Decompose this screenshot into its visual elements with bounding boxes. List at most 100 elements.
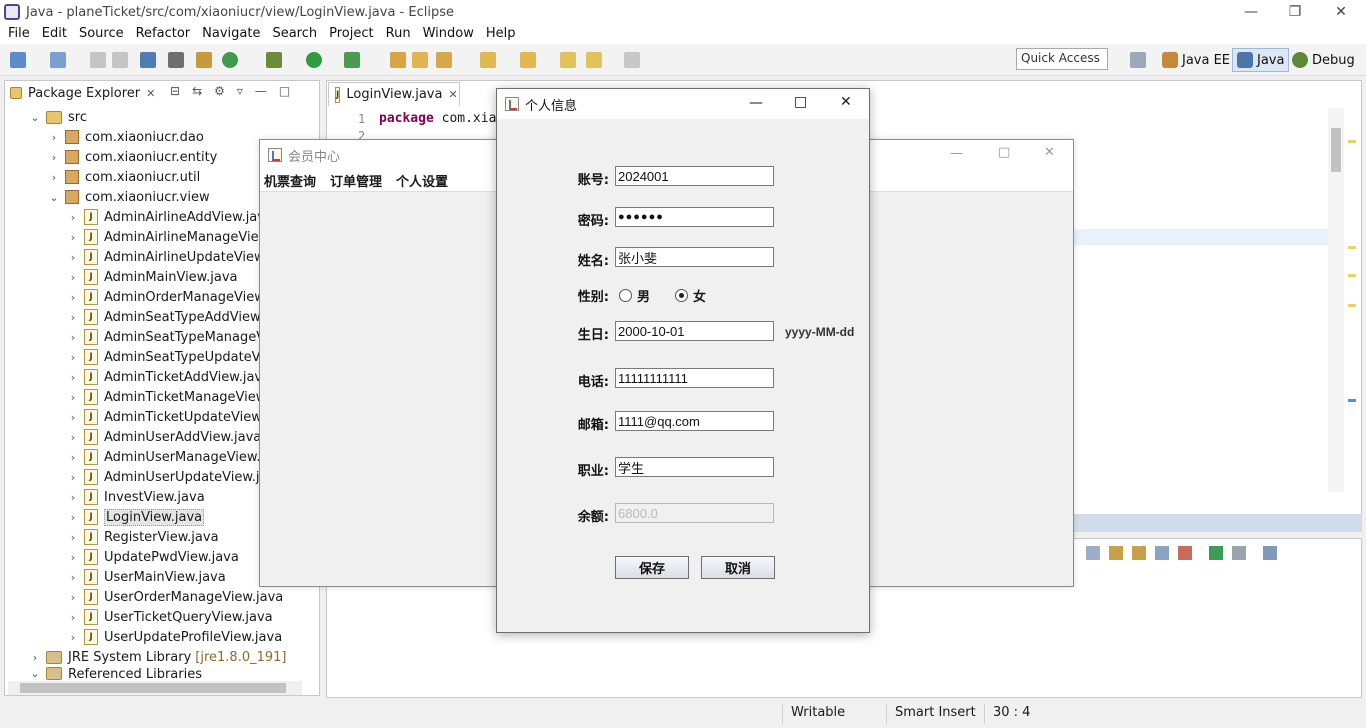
tree-item-src[interactable]: ⌄ src xyxy=(30,107,87,127)
tree-item-file[interactable]: › J UserUpdateProfileView.java xyxy=(68,627,282,647)
overview-marker[interactable] xyxy=(1348,399,1356,402)
tree-item-jre[interactable]: › JRE System Library [jre1.8.0_191] xyxy=(30,647,287,667)
code-line[interactable]: package com.xia xyxy=(379,111,496,126)
pin-console-icon[interactable] xyxy=(1209,546,1223,560)
chevron-right-icon[interactable]: › xyxy=(68,631,78,644)
skip-breakpoints-icon[interactable] xyxy=(168,52,184,68)
back-icon[interactable] xyxy=(586,52,602,68)
tree-item-file[interactable]: › J AdminSeatTypeManageVie xyxy=(68,327,276,347)
tree-item-file[interactable]: › J UpdatePwdView.java xyxy=(68,547,239,567)
chevron-right-icon[interactable]: › xyxy=(49,151,59,164)
tree-item-file[interactable]: › J AdminTicketUpdateView.ja xyxy=(68,407,276,427)
chevron-down-icon[interactable]: ⌄ xyxy=(30,111,40,124)
phone-field[interactable] xyxy=(615,368,774,388)
terminate-icon[interactable] xyxy=(1178,546,1192,560)
chevron-right-icon[interactable]: › xyxy=(68,311,78,324)
chevron-right-icon[interactable]: › xyxy=(68,491,78,504)
word-wrap-icon[interactable] xyxy=(1132,546,1146,560)
member-minimize-button[interactable]: — xyxy=(950,146,963,161)
link-editor-icon[interactable]: ⇆ xyxy=(192,84,202,98)
account-field[interactable] xyxy=(615,166,774,186)
minimize-button[interactable]: — xyxy=(1228,0,1274,24)
open-folder-icon[interactable] xyxy=(412,52,428,68)
chevron-down-icon[interactable]: ⌄ xyxy=(30,667,40,680)
chevron-right-icon[interactable]: › xyxy=(30,651,40,664)
overview-marker[interactable] xyxy=(1348,140,1356,143)
save-all-icon[interactable] xyxy=(112,52,128,68)
gender-female-radio[interactable]: 女 xyxy=(675,286,706,305)
display-console-icon[interactable] xyxy=(1232,546,1246,560)
next-annotation-icon[interactable] xyxy=(480,52,496,68)
gender-male-radio[interactable]: 男 xyxy=(619,286,650,305)
console-icon[interactable] xyxy=(140,52,156,68)
menu-ticket-query[interactable]: 机票查询 xyxy=(264,171,316,190)
tree-item-package[interactable]: › com.xiaoniucr.util xyxy=(49,167,200,187)
member-maximize-button[interactable]: □ xyxy=(998,145,1010,160)
menu-project[interactable]: Project xyxy=(323,24,379,44)
collapse-all-icon[interactable]: ⊟ xyxy=(170,84,180,98)
chevron-right-icon[interactable]: › xyxy=(68,471,78,484)
tree-item-file[interactable]: › J AdminSeatTypeUpdateView xyxy=(68,347,283,367)
open-console-icon[interactable] xyxy=(1263,546,1277,560)
open-perspective-icon[interactable] xyxy=(1130,52,1146,68)
tree-item-file[interactable]: › J RegisterView.java xyxy=(68,527,219,547)
chevron-right-icon[interactable]: › xyxy=(68,271,78,284)
chevron-right-icon[interactable]: › xyxy=(68,231,78,244)
tree-item-file[interactable]: › J AdminOrderManageView.j xyxy=(68,287,271,307)
chevron-right-icon[interactable]: › xyxy=(68,531,78,544)
cancel-button[interactable]: 取消 xyxy=(701,556,775,579)
refresh-icon[interactable] xyxy=(222,52,238,68)
minimize-view-icon[interactable]: — xyxy=(255,84,267,98)
menu-source[interactable]: Source xyxy=(73,24,130,44)
chevron-right-icon[interactable]: › xyxy=(68,291,78,304)
chevron-right-icon[interactable]: › xyxy=(68,511,78,524)
maximize-button[interactable]: ❐ xyxy=(1272,0,1318,24)
chevron-right-icon[interactable]: › xyxy=(68,391,78,404)
editor-vertical-scrollbar[interactable] xyxy=(1328,108,1344,492)
editor-tab[interactable]: J LoginView.java ✕ xyxy=(328,82,460,106)
chevron-right-icon[interactable]: › xyxy=(68,331,78,344)
menu-help[interactable]: Help xyxy=(480,24,522,44)
new-icon[interactable] xyxy=(10,52,26,68)
tree-item-file-selected[interactable]: › J LoginView.java xyxy=(68,507,205,527)
chevron-right-icon[interactable]: › xyxy=(68,551,78,564)
console-scrollbar[interactable] xyxy=(330,681,1340,693)
menu-search[interactable]: Search xyxy=(266,24,323,44)
tree-item-file[interactable]: › J AdminMainView.java xyxy=(68,267,238,287)
quick-access-input[interactable]: Quick Access xyxy=(1016,48,1108,70)
chevron-right-icon[interactable]: › xyxy=(68,611,78,624)
close-tab-icon[interactable]: ✕ xyxy=(448,88,457,101)
email-field[interactable] xyxy=(615,411,774,431)
menu-personal-settings[interactable]: 个人设置 xyxy=(396,171,448,190)
dialog-close-button[interactable]: ✕ xyxy=(840,94,852,110)
chevron-right-icon[interactable]: › xyxy=(68,411,78,424)
tree-item-file[interactable]: › J AdminUserAddView.java xyxy=(68,427,261,447)
open-task-icon[interactable] xyxy=(436,52,452,68)
menu-refactor[interactable]: Refactor xyxy=(130,24,197,44)
perspective-debug[interactable]: Debug xyxy=(1288,48,1359,72)
overview-marker[interactable] xyxy=(1348,274,1356,277)
tree-item-file[interactable]: › J AdminTicketAddView.java xyxy=(68,367,270,387)
new-package-icon[interactable] xyxy=(50,52,66,68)
menu-edit[interactable]: Edit xyxy=(36,24,73,44)
tree-item-file[interactable]: › J AdminAirlineUpdateView.ja xyxy=(68,247,279,267)
chevron-right-icon[interactable]: › xyxy=(49,131,59,144)
menu-run[interactable]: Run xyxy=(380,24,417,44)
tree-item-package[interactable]: › com.xiaoniucr.dao xyxy=(49,127,204,147)
show-on-output-icon[interactable] xyxy=(1155,546,1169,560)
radio-circle[interactable] xyxy=(619,289,632,302)
tree-item-file[interactable]: › J UserMainView.java xyxy=(68,567,226,587)
debug-icon[interactable] xyxy=(266,52,282,68)
chevron-right-icon[interactable]: › xyxy=(68,351,78,364)
horizontal-scrollbar[interactable] xyxy=(8,681,302,695)
save-icon[interactable] xyxy=(90,52,106,68)
password-field[interactable]: ●●●●●● xyxy=(615,207,774,227)
tree-item-file[interactable]: › J AdminTicketManageView.j xyxy=(68,387,273,407)
chevron-down-icon[interactable]: ⌄ xyxy=(49,191,59,204)
last-edit-icon[interactable] xyxy=(560,52,576,68)
perspective-java[interactable]: Java xyxy=(1232,48,1290,72)
tree-item-file[interactable]: › J AdminSeatTypeAddView.ja xyxy=(68,307,275,327)
close-tab-icon[interactable]: ✕ xyxy=(146,87,155,100)
tree-item-package[interactable]: › com.xiaoniucr.entity xyxy=(49,147,218,167)
maximize-view-icon[interactable]: □ xyxy=(279,84,290,98)
